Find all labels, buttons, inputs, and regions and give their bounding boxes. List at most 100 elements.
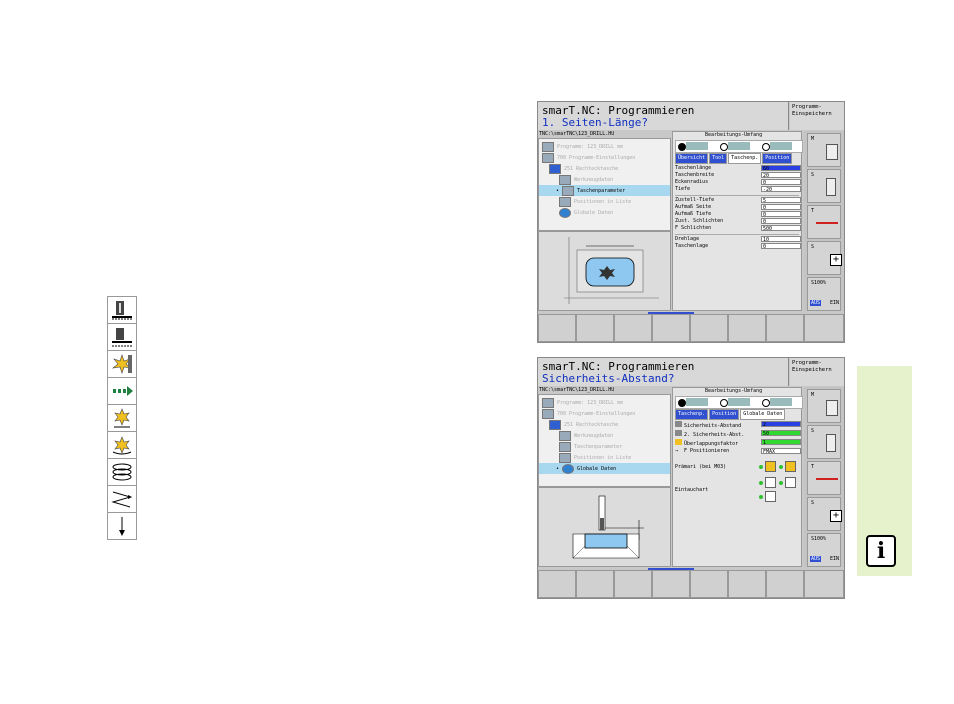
softkey[interactable] xyxy=(804,314,844,342)
field-value[interactable]: 5 xyxy=(761,197,801,204)
tree-item[interactable]: 251 Rechtecktasche xyxy=(549,419,618,430)
softkey[interactable] xyxy=(538,314,576,342)
field-value[interactable]: 20 xyxy=(761,172,801,179)
softkey[interactable] xyxy=(690,570,728,598)
tree-item[interactable]: Werkzeugdaten xyxy=(559,174,613,185)
tab-position[interactable]: Position xyxy=(709,409,740,420)
softkey[interactable] xyxy=(804,570,844,598)
field-value[interactable]: 0 xyxy=(761,218,801,225)
softkey-m[interactable]: M xyxy=(807,133,841,167)
tool-magazine-icon xyxy=(826,144,838,160)
radio-reciprocate[interactable] xyxy=(779,481,783,485)
softkey[interactable] xyxy=(576,314,614,342)
softkey-m[interactable]: M xyxy=(807,389,841,423)
radio-helix[interactable] xyxy=(759,481,763,485)
tree-item[interactable]: 700 Programm-Einstellungen xyxy=(542,152,635,163)
tree-item[interactable]: Positionen in Liste xyxy=(559,452,631,463)
softkey-s[interactable]: S xyxy=(807,169,841,203)
field-value[interactable]: 60 xyxy=(761,165,801,172)
softkey[interactable] xyxy=(690,314,728,342)
softkey-s[interactable]: S xyxy=(807,425,841,459)
tab-bar: Übersicht Tool Taschenp. Position xyxy=(675,153,793,164)
tree-item[interactable]: Positionen in Liste xyxy=(559,196,631,207)
reciprocating-icon xyxy=(107,485,137,512)
softkey-s-plus[interactable]: S + xyxy=(807,241,842,275)
help-graphic xyxy=(538,231,671,311)
form-title: Bearbeitungs-Umfang xyxy=(705,132,763,138)
softkey[interactable] xyxy=(728,570,766,598)
softkey-t[interactable]: T xyxy=(807,205,841,239)
tab-overview[interactable]: Übersicht xyxy=(675,153,709,164)
softkey-override[interactable]: S100% AUS EIN xyxy=(807,277,841,311)
softkey[interactable] xyxy=(766,314,804,342)
softkey-t[interactable]: T xyxy=(807,461,841,495)
softkey[interactable] xyxy=(538,570,576,598)
vertical-plunge-icon xyxy=(765,491,776,502)
field-value[interactable]: 500 xyxy=(761,225,801,232)
field-value[interactable]: 0 xyxy=(761,179,801,186)
screen-prompt: Sicherheits-Abstand? xyxy=(542,372,675,385)
field-row: Sicherheits-Abstand 2 xyxy=(675,421,801,429)
tab-position[interactable]: Position xyxy=(762,153,793,164)
field-value[interactable]: 10 xyxy=(761,236,801,243)
tab-global[interactable]: Globale Daten xyxy=(740,409,786,420)
tab-pocket[interactable]: Taschenp. xyxy=(728,153,762,164)
field-value[interactable]: 0 xyxy=(761,204,801,211)
tree-item[interactable]: Globale Daten xyxy=(559,207,613,218)
tab-pocket[interactable]: Taschenp. xyxy=(675,409,709,420)
radio-conventional[interactable] xyxy=(779,465,783,469)
tree-item[interactable]: 251 Rechtecktasche xyxy=(549,163,618,174)
tree-item-selected[interactable]: • Taschenparameter xyxy=(539,185,670,196)
program-tree: Programm: 123_DRILL mm 700 Programm-Eins… xyxy=(538,138,671,231)
tab-tool[interactable]: Tool xyxy=(709,153,728,164)
roughing-icon xyxy=(686,398,708,406)
field-row: 2. Sicherheits-Abst. 50 xyxy=(675,430,801,438)
softkey[interactable] xyxy=(652,570,690,598)
input-form: Bearbeitungs-Umfang Taschenp. Position G… xyxy=(672,387,803,567)
plus-icon: + xyxy=(830,254,842,266)
field-row: Tiefe -20 xyxy=(675,186,801,193)
pocket-icon xyxy=(549,419,561,430)
radio-climb[interactable] xyxy=(759,465,763,469)
tool-change-icon xyxy=(816,478,838,480)
tree-item[interactable]: Taschenparameter xyxy=(559,441,622,452)
tree-item-selected[interactable]: • Globale Daten xyxy=(539,463,670,474)
tool-change-icon xyxy=(816,222,838,224)
tree-item[interactable]: Programm: 123_DRILL mm xyxy=(542,141,623,152)
clearance2-icon xyxy=(675,430,682,436)
mode-selector[interactable] xyxy=(675,140,803,153)
field-row: Überlappungsfaktor 1 xyxy=(675,439,801,447)
softkey[interactable] xyxy=(766,570,804,598)
pocket-param-icon xyxy=(559,441,571,452)
softkey[interactable] xyxy=(728,314,766,342)
globe-icon xyxy=(559,207,571,218)
tree-item[interactable]: Werkzeugdaten xyxy=(559,430,613,441)
softkey-override[interactable]: S100% AUS EIN xyxy=(807,533,841,567)
tree-item[interactable]: Programm: 123_DRILL mm xyxy=(542,397,623,408)
pocket-param-icon xyxy=(562,185,574,196)
field-value[interactable]: 0 xyxy=(761,211,801,218)
screen-1: smarT.NC: Programmieren 1. Seiten-Länge?… xyxy=(537,101,845,343)
softkey-s-plus[interactable]: S + xyxy=(807,497,842,531)
softkey[interactable] xyxy=(576,570,614,598)
field-value[interactable]: 2 xyxy=(761,421,801,428)
tree-item[interactable]: 700 Programm-Einstellungen xyxy=(542,408,635,419)
screen-2: smarT.NC: Programmieren Sicherheits-Abst… xyxy=(537,357,845,599)
field-row: Eckenradius 0 xyxy=(675,179,801,186)
plus-icon: + xyxy=(830,510,842,522)
field-value[interactable]: -20 xyxy=(761,186,801,193)
softkey[interactable] xyxy=(614,570,652,598)
field-value[interactable]: 0 xyxy=(761,243,801,250)
mode-selector[interactable] xyxy=(675,396,803,409)
field-row: Zust. Schlichten 0 xyxy=(675,218,801,225)
clearance-icon xyxy=(675,421,682,427)
softkey[interactable] xyxy=(614,314,652,342)
softkey[interactable] xyxy=(652,314,690,342)
field-row: Taschenlänge 60 xyxy=(675,165,801,172)
finishing-icon xyxy=(728,398,750,406)
screen-prompt: 1. Seiten-Länge? xyxy=(542,116,648,129)
radio-vertical[interactable] xyxy=(759,495,763,499)
field-value[interactable]: 50 xyxy=(761,430,801,437)
field-value[interactable]: FMAX xyxy=(761,448,801,455)
field-value[interactable]: 1 xyxy=(761,439,801,446)
